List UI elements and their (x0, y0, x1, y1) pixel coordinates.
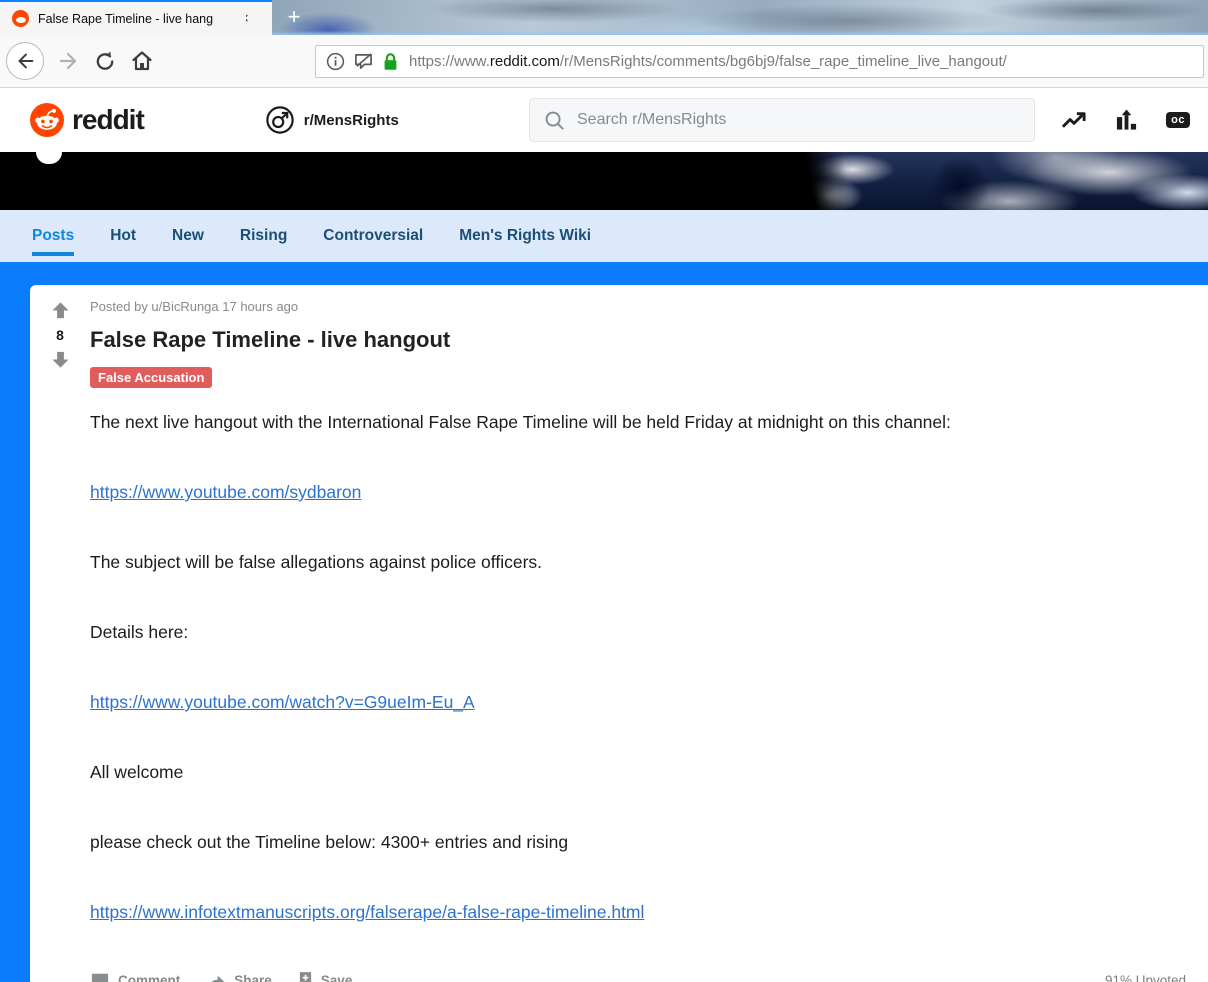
home-button[interactable] (130, 49, 154, 73)
comment-icon (90, 972, 110, 982)
post-link-paragraph: https://www.youtube.com/watch?v=G9ueIm-E… (90, 691, 1188, 714)
subreddit-banner (0, 152, 1208, 210)
forward-button[interactable] (57, 49, 81, 73)
post-action-bar: Comment Share Save 91% Upvoted (90, 971, 1188, 982)
save-button[interactable]: Save (298, 971, 353, 982)
browser-toolbar: https://www.reddit.com/r/MensRights/comm… (0, 35, 1208, 88)
titlebar-background (272, 0, 1208, 35)
post-link-paragraph: https://www.infotextmanuscripts.org/fals… (90, 901, 1188, 924)
post-link[interactable]: https://www.youtube.com/sydbaron (90, 482, 361, 502)
url-domain: reddit.com (490, 53, 560, 70)
vote-column: 8 (30, 299, 90, 982)
tab-hot[interactable]: Hot (110, 210, 136, 262)
oc-badge-icon[interactable]: oc (1166, 112, 1190, 128)
subreddit-avatar (36, 152, 62, 164)
browser-tab[interactable]: False Rape Timeline - live hang × (0, 0, 272, 35)
back-icon (14, 50, 36, 72)
post-score: 8 (56, 327, 64, 343)
reddit-wordmark: reddit (72, 104, 144, 136)
save-bookmark-icon (298, 971, 313, 982)
downvote-icon[interactable] (51, 350, 70, 369)
info-icon[interactable] (326, 52, 345, 71)
post-meta: Posted by u/BicRunga 17 hours ago (90, 299, 1188, 314)
new-tab-button[interactable]: + (281, 4, 307, 30)
reload-button[interactable] (94, 50, 117, 73)
bar-chart-icon[interactable] (1115, 108, 1138, 132)
share-button[interactable]: Share (206, 972, 272, 982)
back-button[interactable] (6, 42, 44, 80)
browser-tab-bar: False Rape Timeline - live hang × + (0, 0, 1208, 35)
url-bar[interactable]: https://www.reddit.com/r/MensRights/comm… (315, 45, 1204, 78)
reddit-logo[interactable]: reddit (30, 103, 144, 137)
search-input[interactable]: Search r/MensRights (529, 98, 1035, 142)
upvote-percentage: 91% Upvoted (1105, 973, 1188, 982)
subreddit-nav: Posts Hot New Rising Controversial Men's Righ… (0, 210, 1208, 262)
post-title: False Rape Timeline - live hangout (90, 327, 1188, 353)
post-link[interactable]: https://www.infotextmanuscripts.org/fals… (90, 902, 644, 922)
tab-controversial[interactable]: Controversial (323, 210, 423, 262)
post-link[interactable]: https://www.youtube.com/watch?v=G9ueIm-E… (90, 692, 475, 712)
share-label: Share (234, 973, 272, 982)
tab-title-fade (212, 2, 246, 35)
lock-icon[interactable] (382, 52, 399, 72)
search-icon (544, 110, 565, 131)
tab-men-s-rights-wiki[interactable]: Men's Rights Wiki (459, 210, 591, 262)
share-icon (206, 972, 226, 982)
url-path: /r/MensRights/comments/bg6bj9/false_rape… (560, 53, 1007, 70)
banner-earth-image (795, 152, 1208, 210)
forward-icon (57, 49, 81, 73)
url-prefix: https://www. (409, 53, 490, 70)
post-link-paragraph: https://www.youtube.com/sydbaron (90, 481, 1188, 504)
post-text-paragraph: The subject will be false allegations ag… (90, 551, 1188, 574)
reddit-favicon-icon (12, 10, 29, 27)
upvote-icon[interactable] (51, 301, 70, 320)
reddit-header: reddit r/MensRights Search r/MensRights … (0, 88, 1208, 152)
post-text-paragraph: please check out the Timeline below: 430… (90, 831, 1188, 854)
tab-title: False Rape Timeline - live hang (38, 12, 236, 26)
post-card: 8 Posted by u/BicRunga 17 hours ago Fals… (30, 285, 1208, 982)
url-text: https://www.reddit.com/r/MensRights/comm… (409, 53, 1007, 70)
blocked-content-icon[interactable] (353, 52, 374, 71)
home-icon (130, 49, 154, 73)
page-background: 8 Posted by u/BicRunga 17 hours ago Fals… (0, 262, 1208, 982)
tab-posts[interactable]: Posts (32, 210, 74, 262)
comment-label: Comment (118, 973, 180, 982)
reddit-snoo-icon (30, 103, 64, 137)
trending-icon[interactable] (1060, 108, 1087, 132)
tab-rising[interactable]: Rising (240, 210, 287, 262)
post-flair-badge[interactable]: False Accusation (90, 367, 212, 388)
mars-symbol-icon (266, 106, 294, 134)
comment-button[interactable]: Comment (90, 972, 180, 982)
save-label: Save (321, 973, 353, 982)
post-text-paragraph: The next live hangout with the Internati… (90, 411, 1188, 434)
tab-new[interactable]: New (172, 210, 204, 262)
community-selector[interactable]: r/MensRights (266, 106, 561, 134)
search-placeholder: Search r/MensRights (577, 111, 726, 129)
post-body: The next live hangout with the Internati… (90, 411, 1188, 924)
post-text-paragraph: Details here: (90, 621, 1188, 644)
reload-icon (94, 50, 117, 73)
post-content: Posted by u/BicRunga 17 hours ago False … (90, 299, 1208, 982)
community-name: r/MensRights (304, 112, 399, 129)
post-text-paragraph: All welcome (90, 761, 1188, 784)
